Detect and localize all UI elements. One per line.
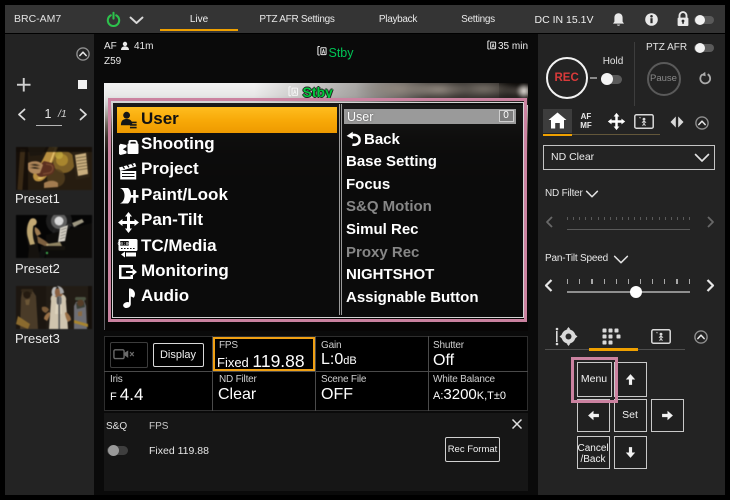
svg-text:00:00: 00:00 [118, 241, 132, 247]
